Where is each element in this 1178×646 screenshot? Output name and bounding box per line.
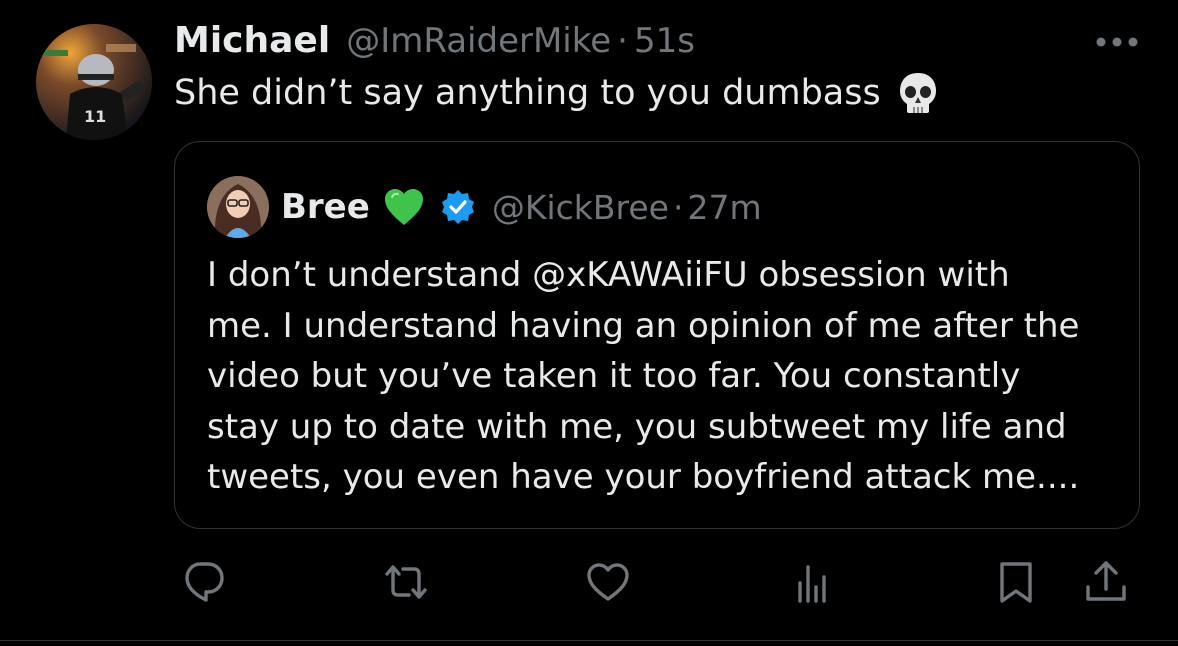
divider <box>0 640 1178 641</box>
author-name[interactable]: Michael <box>174 20 330 61</box>
views-icon[interactable] <box>786 556 838 608</box>
separator-dot: · <box>617 21 628 61</box>
quoted-text-line: tweets, you even have your boyfriend att… <box>207 457 1080 497</box>
tweet-timestamp[interactable]: 51s <box>634 21 695 61</box>
bookmark-icon[interactable] <box>990 556 1042 608</box>
quoted-author-name[interactable]: Bree <box>281 187 370 227</box>
quoted-avatar-image <box>207 176 269 238</box>
like-icon[interactable] <box>582 556 634 608</box>
quoted-tweet-header: Bree @KickBree · 27m <box>281 182 762 232</box>
avatar-image: 11 <box>36 24 152 140</box>
tweet-text: She didn’t say anything to you dumbass <box>174 73 881 113</box>
verified-badge-icon[interactable] <box>440 189 476 225</box>
green-heart-icon <box>382 185 426 229</box>
quoted-author-avatar[interactable] <box>207 176 269 238</box>
tweet-header: Michael @ImRaiderMike · 51s <box>174 20 695 64</box>
action-bar <box>0 552 1178 612</box>
tweet-body: She didn’t say anything to you dumbass <box>174 70 939 116</box>
retweet-icon[interactable] <box>380 556 432 608</box>
more-options-icon[interactable] <box>1094 34 1140 48</box>
quoted-author-handle[interactable]: @KickBree <box>492 188 669 227</box>
quoted-text-line: I don’t understand @xKAWAiiFU obsession … <box>207 255 1010 295</box>
quoted-text-line: stay up to date with me, you subtweet my… <box>207 406 1067 447</box>
quoted-text-line: me. I understand having an opinion of me… <box>207 305 1080 346</box>
share-icon[interactable] <box>1080 556 1132 608</box>
author-handle[interactable]: @ImRaiderMike <box>346 21 611 61</box>
separator-dot: · <box>672 187 684 227</box>
quoted-tweet-text: I don’t understand @xKAWAiiFU obsession … <box>207 250 1127 503</box>
svg-text:11: 11 <box>84 107 106 126</box>
author-avatar[interactable]: 11 <box>36 24 152 140</box>
skull-icon <box>897 71 939 115</box>
quoted-tweet-card[interactable]: Bree @KickBree · 27m I don’t understand … <box>174 141 1140 529</box>
quoted-tweet-timestamp[interactable]: 27m <box>687 188 761 227</box>
quoted-text-line: video but you’ve taken it too far. You c… <box>207 356 1021 396</box>
reply-icon[interactable] <box>178 556 230 608</box>
